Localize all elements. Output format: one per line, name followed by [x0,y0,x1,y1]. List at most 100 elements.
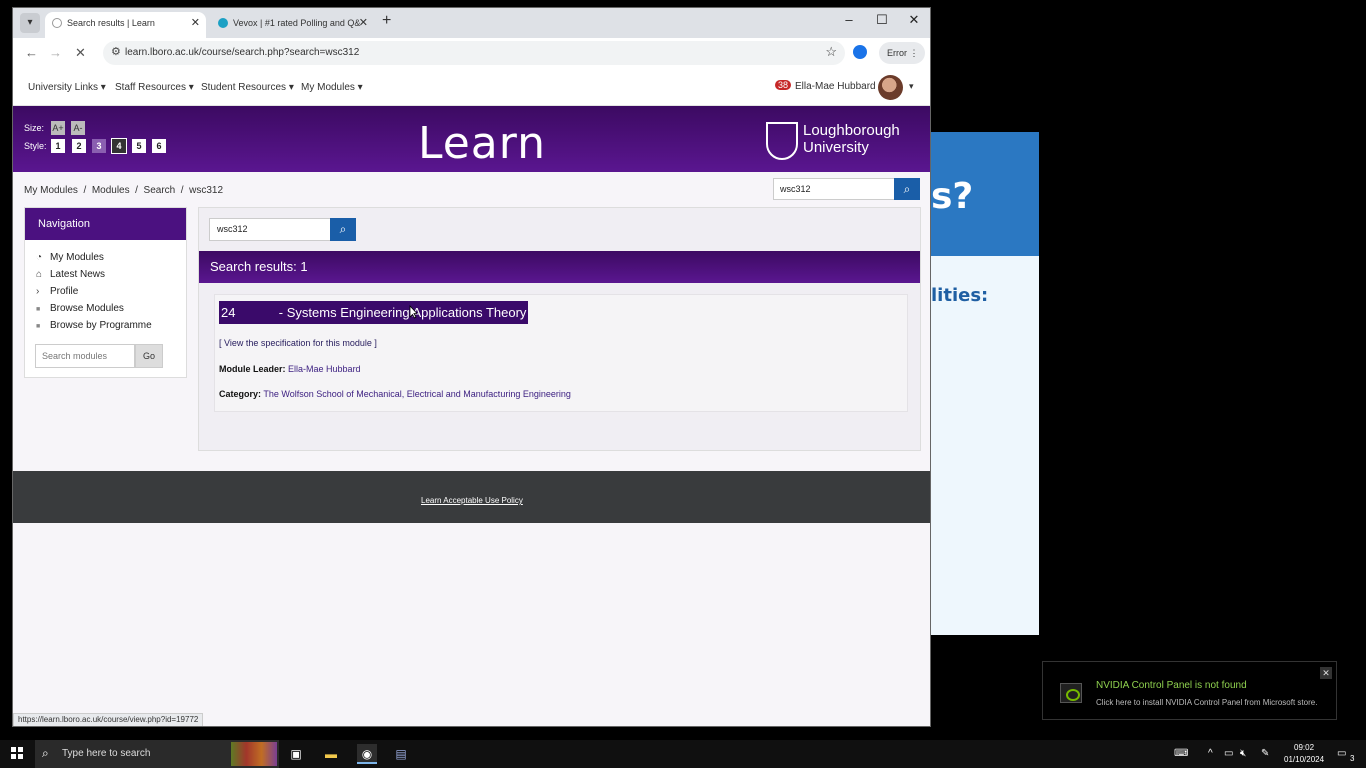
error-button[interactable]: Error ⋮ [879,42,925,64]
nav-item-label: My Modules [50,252,104,263]
action-center-icon[interactable]: ▭ [1337,748,1346,759]
chrome-icon[interactable]: ◉ [357,744,377,764]
nav-item-label: Latest News [50,269,106,280]
close-tab-icon[interactable]: ✕ [191,12,200,34]
taskbar-clock[interactable]: 09:02 01/10/2024 [1284,742,1324,766]
header-search-input[interactable]: wsc312 [773,178,895,200]
close-tab-icon[interactable]: ✕ [359,12,368,34]
windows-start-icon[interactable] [11,747,23,759]
nvidia-logo-icon [1060,683,1082,703]
module-leader-link[interactable]: Ella-Mae Hubbard [288,364,361,374]
tab-search-results[interactable]: Search results | Learn ✕ [45,12,206,38]
minimize-icon[interactable]: – [834,12,864,27]
chevron-up-icon[interactable]: ^ [1208,748,1213,759]
profile-icon[interactable] [853,45,867,59]
module-leader-row: Module Leader: Ella-Mae Hubbard [219,364,361,374]
site-title[interactable]: Learn [418,118,546,169]
size-decrease-button[interactable]: A- [71,121,85,135]
nav-item-browse-by-programme[interactable]: ■ Browse by Programme [36,320,152,331]
nav-item-browse-modules[interactable]: ■ Browse Modules [36,303,124,314]
acceptable-use-policy-link[interactable]: Learn Acceptable Use Policy [421,496,523,505]
style-button-2[interactable]: 2 [72,139,86,153]
app-window-icon[interactable]: ▤ [391,744,411,764]
stop-loading-icon[interactable]: ✕ [75,45,86,61]
style-button-6[interactable]: 6 [152,139,166,153]
nvidia-notification[interactable]: NVIDIA Control Panel is not found Click … [1042,661,1337,720]
site-info-icon[interactable]: ⚙ [111,45,121,58]
menu-my-modules[interactable]: My Modules ▾ [301,82,363,93]
tab-vevox[interactable]: Vevox | #1 rated Polling and Q& ✕ [211,12,374,38]
search-modules-input[interactable]: Search modules [35,344,135,368]
nav-item-label: Profile [50,286,79,297]
site-footer: Learn Acceptable Use Policy [13,471,930,523]
address-url[interactable]: learn.lboro.ac.uk/course/search.php?sear… [125,47,359,58]
course-search-button[interactable]: ⌕ [330,218,356,241]
style-button-5[interactable]: 5 [132,139,146,153]
nav-item-label: Browse by Programme [50,320,152,331]
style-button-4[interactable]: 4 [111,138,127,154]
category-label: Category: [219,389,262,399]
style-button-3[interactable]: 3 [92,139,106,153]
vevox-icon [218,18,228,28]
maximize-icon[interactable]: ☐ [867,12,897,28]
bullet-icon: ■ [36,306,41,313]
breadcrumb-modules[interactable]: Modules [92,185,130,196]
notification-body[interactable]: Click here to install NVIDIA Control Pan… [1096,698,1317,707]
style-button-1[interactable]: 1 [51,139,65,153]
breadcrumb-search[interactable]: Search [144,185,176,196]
pen-icon[interactable]: ✎ [1261,748,1269,759]
site-top-nav: University Links ▾ Staff Resources ▾ Stu… [13,68,930,106]
menu-student-resources[interactable]: Student Resources ▾ [201,82,294,93]
menu-label: Student Resources [201,82,287,93]
menu-label: My Modules [301,82,355,93]
mouse-cursor-icon [409,305,417,319]
nav-item-latest-news[interactable]: ⌂ Latest News [36,269,105,280]
background-window[interactable]: s? lities: [931,132,1039,635]
taskbar-search[interactable]: ⌕ Type here to search [35,740,279,768]
bookmark-star-icon[interactable]: ☆ [825,44,837,60]
task-view-icon[interactable]: ▣ [286,744,306,764]
module-title-link[interactable]: 24 - Systems Engineering Applications Th… [219,301,529,324]
breadcrumb-my-modules[interactable]: My Modules [24,185,78,196]
address-bar[interactable]: ⚙ learn.lboro.ac.uk/course/search.php?se… [103,41,845,65]
chevron-right-icon: › [36,286,40,297]
menu-label: Staff Resources [115,82,186,93]
site-header: Size: A+ A- Style: 1 2 3 4 5 6 Learn Lou… [13,106,930,172]
file-explorer-icon[interactable]: ▬ [321,744,341,764]
forward-icon[interactable]: → [49,45,62,60]
breadcrumb: My Modules / Modules / Search / wsc312 [24,185,224,196]
keyboard-icon[interactable]: ⌨ [1174,748,1188,759]
new-tab-icon[interactable]: + [382,12,391,30]
university-logo-text[interactable]: Loughborough University [803,122,900,156]
category-link[interactable]: The Wolfson School of Mechanical, Electr… [263,389,571,399]
notification-title: NVIDIA Control Panel is not found [1096,680,1247,691]
view-specification-link[interactable]: [ View the specification for this module… [219,338,377,348]
navigation-heading: Navigation [25,208,186,240]
taskbar: ⌕ Type here to search ▣ ▬ ◉ ▤ ⌨ ^ ▭ 🔇︎ ✎… [0,740,1366,768]
nav-item-profile[interactable]: › Profile [36,286,78,297]
network-icon[interactable]: ▭ [1224,748,1233,759]
menu-university-links[interactable]: University Links ▾ [28,82,106,93]
loading-icon [52,18,62,28]
search-icon: ⌕ [339,222,347,236]
chevron-down-icon[interactable]: ▾ [909,81,914,92]
menu-staff-resources[interactable]: Staff Resources ▾ [115,82,194,93]
university-name-line2: University [803,139,869,156]
notification-badge[interactable]: 38 [775,80,792,90]
home-icon: ⌂ [36,269,43,280]
close-icon[interactable]: ✕ [1320,667,1332,679]
close-window-icon[interactable]: ✕ [899,12,929,28]
browser-window: ▾ Search results | Learn ✕ Vevox | #1 ra… [12,7,931,727]
go-button[interactable]: Go [135,344,163,368]
background-window-subheading: lities: [931,285,989,306]
volume-muted-icon[interactable]: 🔇︎ [1240,748,1246,759]
size-increase-button[interactable]: A+ [51,121,65,135]
course-search-input[interactable]: wsc312 [209,218,331,241]
header-search-button[interactable]: ⌕ [894,178,920,200]
tab-search-button[interactable]: ▾ [20,13,40,33]
nav-item-my-modules[interactable]: ◔ My Modules [36,252,104,263]
back-icon[interactable]: ← [25,45,38,60]
results-heading: Search results: 1 [199,251,920,283]
user-name[interactable]: Ella-Mae Hubbard [795,81,876,92]
avatar[interactable] [878,75,903,100]
